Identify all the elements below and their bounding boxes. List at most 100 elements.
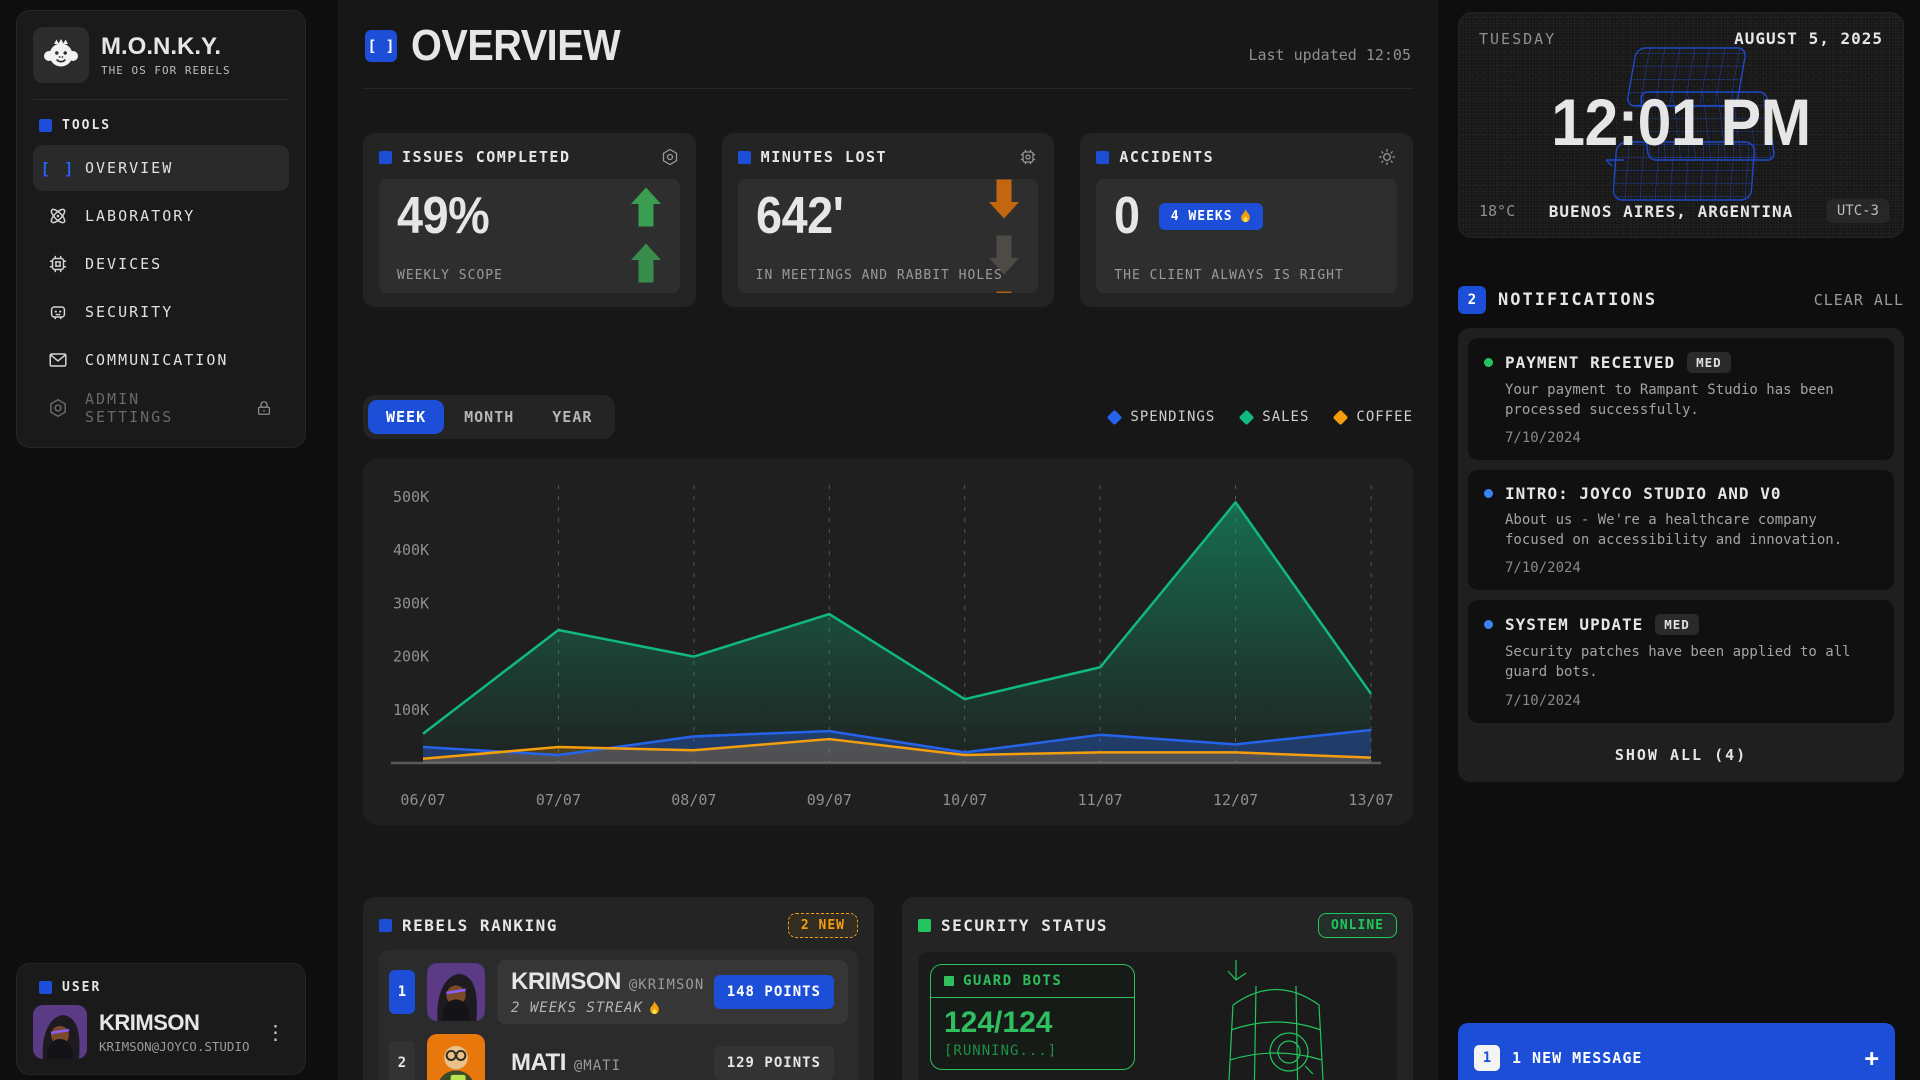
- notifications-title: NOTIFICATIONS: [1498, 290, 1657, 310]
- status-dot-icon: [1484, 489, 1493, 498]
- gear-icon: [47, 397, 69, 419]
- stats-row: ISSUES COMPLETED 49% WEEKLY SCOPE M: [363, 133, 1413, 307]
- diamond-icon: [1333, 409, 1349, 425]
- blue-square-icon: [39, 981, 52, 994]
- temperature: 18°C: [1479, 202, 1515, 220]
- svg-text:07/07: 07/07: [536, 791, 581, 809]
- stat-caption: THE CLIENT ALWAYS IS RIGHT: [1114, 268, 1344, 283]
- sidebar-item-devices[interactable]: DEVICES: [33, 241, 289, 287]
- chart-controls: WEEK MONTH YEAR SPENDINGS SALES COFFEE: [363, 395, 1413, 439]
- plus-icon[interactable]: +: [1865, 1044, 1879, 1072]
- security-body: GUARD BOTS 124/124 [RUNNING...] FIREWALL: [918, 952, 1397, 1080]
- period-tabs: WEEK MONTH YEAR: [363, 395, 615, 439]
- svg-text:500K: 500K: [393, 488, 429, 506]
- chip-icon[interactable]: [1018, 147, 1038, 167]
- app-title: M.O.N.K.Y.: [101, 33, 231, 61]
- sidebar-item-laboratory[interactable]: LABORATORY: [33, 193, 289, 239]
- blue-square-icon: [379, 151, 392, 164]
- utc-offset: UTC-3: [1827, 199, 1889, 223]
- streak-badge: 4 WEEKS: [1159, 203, 1263, 230]
- panel-title: REBELS RANKING: [402, 916, 558, 935]
- new-count-badge: 2 NEW: [788, 913, 858, 938]
- page-header: [ ] OVERVIEW Last updated 12:05: [363, 0, 1413, 89]
- avatar: [33, 1005, 87, 1059]
- mail-icon: [47, 349, 69, 371]
- stat-caption: IN MEETINGS AND RABBIT HOLES: [756, 268, 1003, 283]
- svg-text:100K: 100K: [393, 701, 429, 719]
- avatar: [427, 1034, 485, 1080]
- chip-icon: [47, 253, 69, 275]
- green-square-icon: [944, 976, 954, 986]
- legend-sales[interactable]: SALES: [1241, 409, 1309, 425]
- page-title: OVERVIEW: [411, 24, 620, 68]
- svg-text:08/07: 08/07: [671, 791, 716, 809]
- svg-text:400K: 400K: [393, 541, 429, 559]
- clear-all-button[interactable]: CLEAR ALL: [1814, 291, 1904, 309]
- stat-card-issues-completed: ISSUES COMPLETED 49% WEEKLY SCOPE: [363, 133, 696, 307]
- sun-icon[interactable]: [1377, 147, 1397, 167]
- user-section-label: USER: [39, 980, 283, 995]
- svg-text:09/07: 09/07: [807, 791, 852, 809]
- points-badge: 129 POINTS: [714, 1046, 834, 1080]
- notification-date: 7/10/2024: [1505, 693, 1878, 709]
- clock-widget: TUESDAY AUGUST 5, 2025: [1458, 12, 1904, 238]
- table-row[interactable]: 2 MATI@MATI: [389, 1034, 848, 1080]
- notification-card[interactable]: PAYMENT RECEIVED MED Your payment to Ram…: [1468, 338, 1894, 460]
- green-square-icon: [918, 919, 931, 932]
- points-badge: 148 POINTS: [714, 975, 834, 1009]
- status-dot-icon: [1484, 358, 1493, 367]
- user-section: USER KRIMSON KRIMSON@JOYCO.STUDIO ⋮: [16, 963, 306, 1075]
- ranking-list: 1 KRIMSON@KRIMSON: [379, 950, 858, 1080]
- table-row[interactable]: 1 KRIMSON@KRIMSON: [389, 960, 848, 1024]
- severity-badge: MED: [1687, 352, 1731, 373]
- blue-square-icon: [738, 151, 751, 164]
- notification-count-badge: 2: [1458, 286, 1486, 314]
- sidebar: M.O.N.K.Y. THE OS FOR REBELS TOOLS [ ] O…: [16, 10, 306, 448]
- show-all-button[interactable]: SHOW ALL (4): [1468, 733, 1894, 772]
- kebab-menu-icon[interactable]: ⋮: [262, 1016, 290, 1048]
- rebel-name: KRIMSON: [511, 968, 621, 995]
- tab-year[interactable]: YEAR: [534, 400, 610, 434]
- gear-icon[interactable]: [660, 147, 680, 167]
- guard-bots-box: GUARD BOTS 124/124 [RUNNING...]: [930, 964, 1135, 1070]
- stat-value: 642': [756, 189, 843, 244]
- chart-legend: SPENDINGS SALES COFFEE: [1109, 409, 1413, 425]
- rebel-name: MATI: [511, 1049, 566, 1076]
- guard-bots-count: 124/124: [944, 1006, 1121, 1040]
- notification-date: 7/10/2024: [1505, 430, 1878, 446]
- panel-title: SECURITY STATUS: [941, 916, 1108, 935]
- new-message-bar[interactable]: 1 1 NEW MESSAGE +: [1458, 1023, 1895, 1080]
- legend-spendings[interactable]: SPENDINGS: [1109, 409, 1215, 425]
- tab-week[interactable]: WEEK: [368, 400, 444, 434]
- legend-coffee[interactable]: COFFEE: [1335, 409, 1413, 425]
- diamond-icon: [1239, 409, 1255, 425]
- area-chart: 100K200K300K400K500K06/0707/0708/0709/07…: [363, 459, 1413, 825]
- tab-month[interactable]: MONTH: [446, 400, 532, 434]
- rebel-handle: @MATI: [574, 1058, 621, 1074]
- svg-text:06/07: 06/07: [400, 791, 445, 809]
- online-badge: ONLINE: [1318, 913, 1397, 938]
- tools-section-label: TOOLS: [39, 118, 283, 133]
- guard-bots-status: [RUNNING...]: [944, 1043, 1121, 1059]
- notification-card[interactable]: SYSTEM UPDATE MED Security patches have …: [1468, 600, 1894, 722]
- notification-body: Your payment to Rampant Studio has been …: [1505, 381, 1878, 420]
- app-subtitle: THE OS FOR REBELS: [101, 64, 231, 77]
- svg-text:12/07: 12/07: [1213, 791, 1258, 809]
- svg-text:10/07: 10/07: [942, 791, 987, 809]
- security-status-panel: SECURITY STATUS ONLINE GUARD BOTS 124/12…: [902, 897, 1413, 1080]
- sidebar-item-communication[interactable]: COMMUNICATION: [33, 337, 289, 383]
- rebels-ranking-panel: REBELS RANKING 2 NEW 1: [363, 897, 874, 1080]
- notifications-list: PAYMENT RECEIVED MED Your payment to Ram…: [1458, 328, 1904, 782]
- avatar: [427, 963, 485, 1021]
- notification-card[interactable]: INTRO: JOYCO STUDIO AND V0 About us - We…: [1468, 470, 1894, 590]
- sidebar-item-security[interactable]: SECURITY: [33, 289, 289, 335]
- current-time: 12:01 PM: [1551, 84, 1811, 160]
- sidebar-item-overview[interactable]: [ ] OVERVIEW: [33, 145, 289, 191]
- rebel-streak: 2 WEEKS STREAK: [511, 1000, 704, 1016]
- svg-text:13/07: 13/07: [1348, 791, 1393, 809]
- sidebar-item-admin-settings[interactable]: ADMIN SETTINGS: [33, 385, 289, 431]
- message-count-badge: 1: [1474, 1045, 1500, 1071]
- stat-card-minutes-lost: MINUTES LOST 642' IN MEETINGS AND RABBIT…: [722, 133, 1055, 307]
- stat-value: 0: [1114, 189, 1140, 244]
- robot-icon: [47, 301, 69, 323]
